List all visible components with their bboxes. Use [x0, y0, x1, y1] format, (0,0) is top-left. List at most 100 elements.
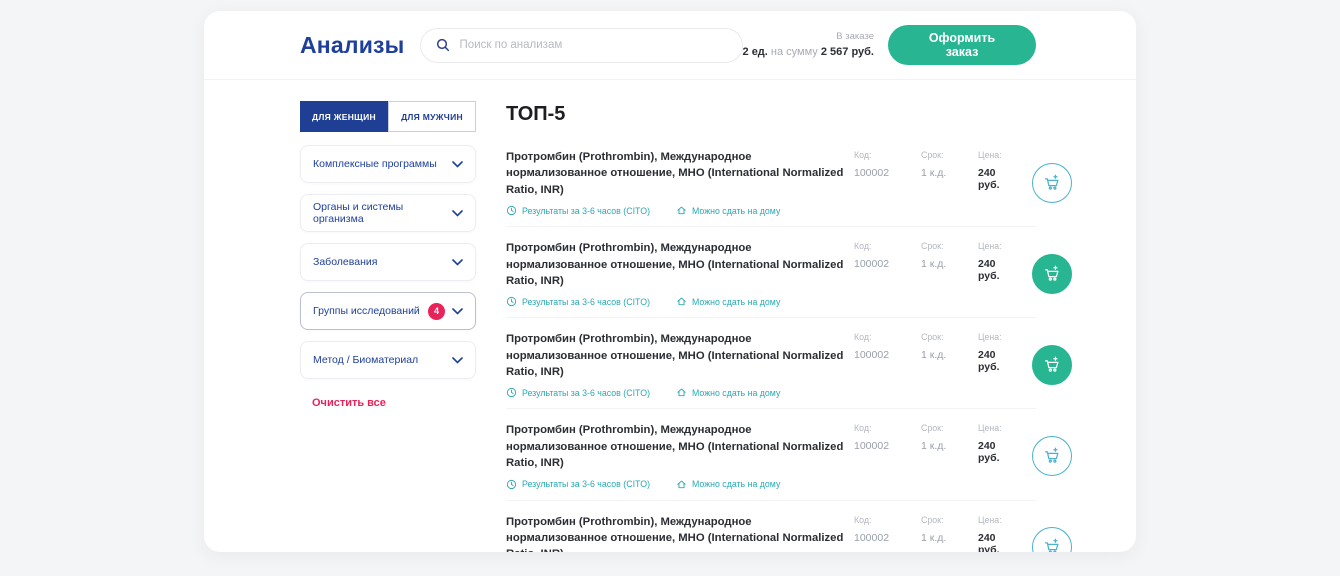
- cart-plus-icon: [1043, 447, 1061, 465]
- term-value: 1 к.д.: [921, 167, 947, 179]
- term-value: 1 к.д.: [921, 349, 947, 362]
- test-attributes: Код: 100002 Срок: 1 к.д. Цена: 240 руб.: [854, 331, 1018, 373]
- code-label: Код:: [854, 241, 872, 252]
- home-tag: Можно сдать на дому: [676, 387, 780, 398]
- order-middle-text: на сумму: [767, 45, 821, 58]
- filter-method-biomaterial[interactable]: Метод / Биоматериал: [300, 341, 476, 379]
- test-attributes: Код: 100002 Срок: 1 к.д. Цена: 240 руб.: [854, 422, 1018, 464]
- cito-tag: Результаты за 3-6 часов (CITO): [506, 479, 650, 490]
- code-label: Код:: [854, 332, 872, 343]
- search-box[interactable]: [419, 27, 743, 63]
- app-panel: Анализы В заказе 2 ед. на сумму 2 567 ру…: [204, 11, 1136, 552]
- add-to-cart-button[interactable]: [1032, 527, 1072, 552]
- filter-label: Заболевания: [313, 256, 378, 268]
- test-title[interactable]: Протромбин (Prothrombin), Международное …: [506, 149, 854, 198]
- tab-for-women[interactable]: ДЛЯ ЖЕНЩИН: [300, 101, 388, 132]
- price-label: Цена:: [978, 332, 1002, 343]
- price-value: 240 руб.: [978, 349, 1000, 374]
- add-to-cart-button[interactable]: [1032, 344, 1072, 385]
- clear-all-link[interactable]: Очистить все: [312, 397, 386, 409]
- filter-complex-programs[interactable]: Комплексные программы: [300, 145, 476, 183]
- chevron-down-icon: [452, 351, 463, 369]
- price-value: 240 руб.: [978, 258, 1000, 283]
- test-info: Протромбин (Prothrombin), Международное …: [506, 514, 854, 553]
- list-heading: ТОП-5: [506, 103, 566, 125]
- price-label: Цена:: [978, 150, 1002, 160]
- filters-sidebar: ДЛЯ ЖЕНЩИН ДЛЯ МУЖЧИН Комплексные програ…: [300, 101, 476, 552]
- price-column: Цена: 240 руб.: [978, 150, 1018, 191]
- home-tag-label: Можно сдать на дому: [692, 387, 781, 398]
- filter-diseases[interactable]: Заболевания: [300, 243, 476, 281]
- cito-tag: Результаты за 3-6 часов (CITO): [506, 387, 650, 398]
- filter-organs-systems[interactable]: Органы и системы организма: [300, 194, 476, 232]
- filter-count-badge: 4: [428, 302, 445, 320]
- checkout-button[interactable]: Оформить заказ: [888, 25, 1036, 65]
- clock-icon: [506, 296, 517, 307]
- add-to-cart-button[interactable]: [1032, 162, 1072, 203]
- filter-label: Комплексные программы: [313, 158, 437, 170]
- term-value: 1 к.д.: [921, 440, 947, 453]
- code-label: Код:: [854, 150, 872, 160]
- cito-tag: Результаты за 3-6 часов (CITO): [506, 296, 650, 307]
- filter-label: Группы исследований: [313, 305, 420, 317]
- term-column: Срок: 1 к.д.: [921, 332, 961, 373]
- home-tag-label: Можно сдать на дому: [692, 205, 781, 216]
- code-value: 100002: [854, 167, 890, 179]
- test-title[interactable]: Протромбин (Prothrombin), Международное …: [506, 240, 854, 289]
- home-tag-label: Можно сдать на дому: [692, 479, 781, 489]
- add-to-cart-button[interactable]: [1032, 435, 1072, 476]
- test-tags: Результаты за 3-6 часов (CITO) Можно сда…: [506, 296, 854, 307]
- test-title[interactable]: Протромбин (Prothrombin), Международное …: [506, 514, 854, 553]
- price-label: Цена:: [978, 241, 1002, 252]
- gender-tabs: ДЛЯ ЖЕНЩИН ДЛЯ МУЖЧИН: [300, 101, 476, 132]
- filter-label: Метод / Биоматериал: [313, 354, 419, 366]
- filter-label: Органы и системы организма: [313, 201, 404, 225]
- cart-plus-icon: [1043, 356, 1061, 374]
- term-value: 1 к.д.: [921, 258, 947, 271]
- term-label: Срок:: [921, 514, 944, 525]
- home-tag: Можно сдать на дому: [676, 479, 780, 490]
- code-value: 100002: [854, 349, 890, 362]
- home-tag: Можно сдать на дому: [676, 296, 780, 307]
- add-to-cart-button[interactable]: [1032, 253, 1072, 294]
- term-column: Срок: 1 к.д.: [921, 423, 961, 464]
- chevron-down-icon: [452, 253, 463, 271]
- price-column: Цена: 240 руб.: [978, 515, 1018, 553]
- price-column: Цена: 240 руб.: [978, 241, 1018, 282]
- search-input[interactable]: [459, 39, 728, 51]
- cito-tag: Результаты за 3-6 часов (CITO): [506, 205, 650, 216]
- cito-tag-label: Результаты за 3-6 часов (CITO): [522, 296, 650, 307]
- clock-icon: [506, 387, 517, 398]
- price-value: 240 руб.: [978, 440, 1000, 465]
- home-icon: [676, 387, 687, 398]
- term-label: Срок:: [921, 241, 944, 252]
- price-column: Цена: 240 руб.: [978, 332, 1018, 373]
- test-row: Протромбин (Prothrombin), Международное …: [506, 409, 1072, 501]
- test-title[interactable]: Протромбин (Prothrombin), Международное …: [506, 422, 854, 471]
- home-icon: [676, 296, 687, 307]
- code-column: Код: 100002: [854, 423, 904, 464]
- test-row: Протромбин (Prothrombin), Международное …: [506, 318, 1072, 410]
- chevron-down-icon: [452, 302, 463, 320]
- tests-list: ТОП-5 Протромбин (Prothrombin), Междунар…: [506, 101, 1072, 553]
- test-title[interactable]: Протромбин (Prothrombin), Международное …: [506, 331, 854, 380]
- test-row: Протромбин (Prothrombin), Международное …: [506, 227, 1072, 319]
- header: Анализы В заказе 2 ед. на сумму 2 567 ру…: [204, 11, 1136, 80]
- code-label: Код:: [854, 514, 872, 525]
- test-attributes: Код: 100002 Срок: 1 к.д. Цена: 240 руб.: [854, 240, 1018, 282]
- test-info: Протромбин (Prothrombin), Международное …: [506, 149, 854, 216]
- tab-for-men[interactable]: ДЛЯ МУЖЧИН: [388, 101, 476, 132]
- price-label: Цена:: [978, 423, 1002, 434]
- order-summary-caption: В заказе: [836, 30, 874, 42]
- code-column: Код: 100002: [854, 332, 904, 373]
- term-column: Срок: 1 к.д.: [921, 515, 961, 553]
- order-total: 2 567 руб.: [820, 45, 874, 58]
- term-column: Срок: 1 к.д.: [921, 150, 961, 191]
- filter-research-groups[interactable]: Группы исследований 4: [300, 292, 476, 330]
- test-tags: Результаты за 3-6 часов (CITO) Можно сда…: [506, 479, 854, 490]
- term-label: Срок:: [921, 150, 944, 160]
- code-column: Код: 100002: [854, 515, 904, 553]
- test-tags: Результаты за 3-6 часов (CITO) Можно сда…: [506, 387, 854, 398]
- code-label: Код:: [854, 423, 872, 434]
- cart-plus-icon: [1043, 174, 1061, 192]
